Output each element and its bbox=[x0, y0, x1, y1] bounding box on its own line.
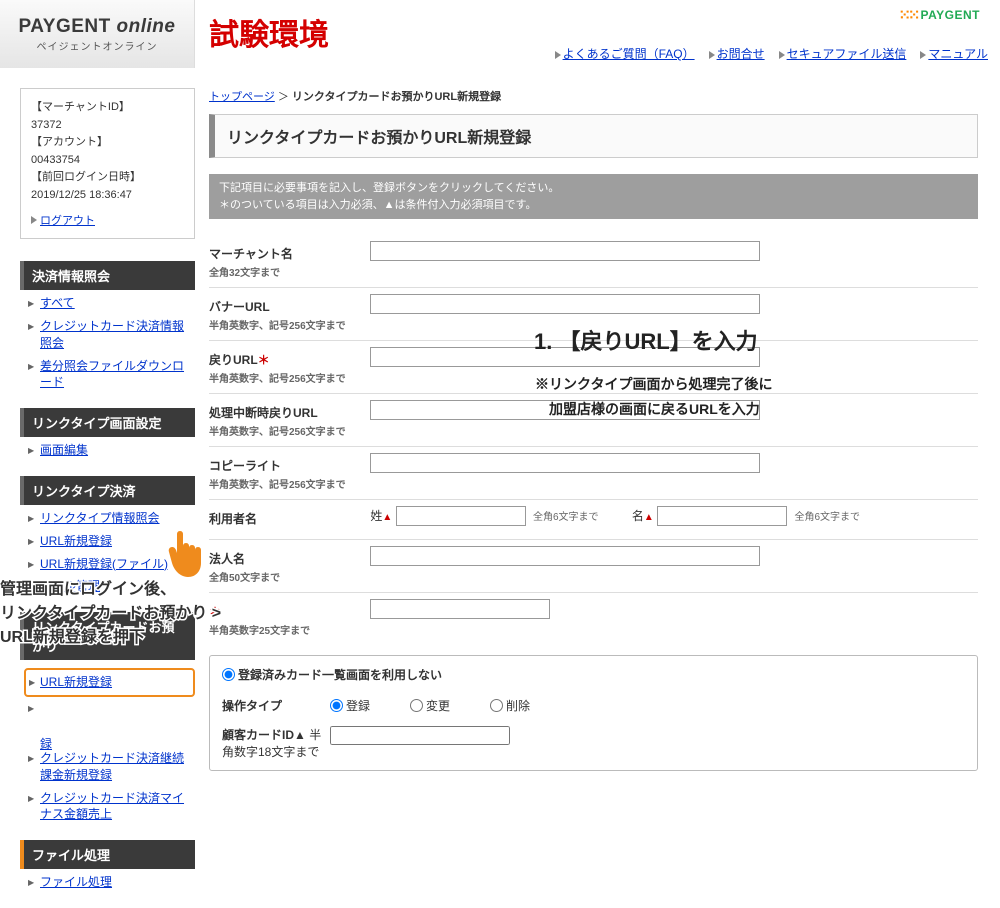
form-notice: 下記項目に必要事項を記入し、登録ボタンをクリックしてください。 ＊のついている項… bbox=[209, 174, 978, 219]
nav-file-proc-link[interactable]: ファイル処理 bbox=[40, 875, 112, 889]
nav-section-payment-info: 決済情報照会 bbox=[20, 261, 195, 290]
abort-url-label: 処理中断時戻りURL bbox=[209, 406, 318, 420]
corp-input[interactable] bbox=[370, 546, 760, 566]
nav-cc-recurring-link[interactable]: クレジットカード決済継続課金新規登録 bbox=[40, 751, 184, 782]
no-cardlist-radio-label[interactable]: 登録済みカード一覧画面を利用しない bbox=[222, 668, 442, 682]
return-url-label: 戻りURL bbox=[209, 353, 258, 367]
card-id-label: 顧客カードID bbox=[222, 728, 294, 742]
environment-label: 試験環境 bbox=[209, 0, 329, 54]
crumb-top-link[interactable]: トップページ bbox=[209, 91, 275, 103]
brand-logo: PAYGENT online ペイジェントオンライン bbox=[0, 0, 195, 68]
merchant-name-label: マーチャント名 bbox=[209, 247, 293, 261]
triangle-icon bbox=[31, 216, 37, 224]
corp-label: 法人名 bbox=[209, 552, 245, 566]
triangle-icon bbox=[920, 51, 926, 59]
op-register-radio[interactable] bbox=[330, 699, 343, 712]
annotation-step1-title: 1. 【戻りURL】を入力 bbox=[534, 324, 758, 356]
nav-cc-negative-link[interactable]: クレジットカード決済マイナス金額売上 bbox=[40, 791, 184, 822]
nav-screen-edit-link[interactable]: 画面編集 bbox=[40, 443, 88, 457]
paygent-brand: ⁙⁙PAYGENT bbox=[898, 6, 980, 24]
nav-card-url-new-link[interactable]: URL新規登録 bbox=[40, 675, 112, 689]
nav-secure-link[interactable]: セキュアファイル送信 bbox=[787, 47, 907, 61]
account-info-box: 【マーチャントID】 37372 【アカウント】 00433754 【前回ログイ… bbox=[20, 88, 195, 239]
triangle-icon bbox=[779, 51, 785, 59]
nav-cc-info-link[interactable]: クレジットカード決済情報照会 bbox=[40, 319, 184, 350]
nav-linktype-info-link[interactable]: リンクタイプ情報照会 bbox=[40, 511, 160, 525]
merchant-name-input[interactable] bbox=[370, 241, 760, 261]
annotation-step1-body: ※リンクタイプ画面から処理完了後に 加盟店様の画面に戻るURLを入力 bbox=[535, 372, 772, 422]
copyright-input[interactable] bbox=[370, 453, 760, 473]
nav-section-linktype-screen: リンクタイプ画面設定 bbox=[20, 408, 195, 437]
nav-url-new-file-link[interactable]: URL新規登録(ファイル) bbox=[40, 557, 168, 571]
annotation-sidebar-instruction: 管理画面にログイン後、リンクタイプカードお預かり >URL新規登録を押下 管理画… bbox=[0, 578, 221, 650]
top-nav: よくあるご質問（FAQ） お問合せ セキュアファイル送信 マニュアル bbox=[555, 45, 1000, 68]
no-cardlist-radio[interactable] bbox=[222, 668, 235, 681]
nav-diff-download-link[interactable]: 差分照会ファイルダウンロード bbox=[40, 359, 184, 390]
op-change-radio[interactable] bbox=[410, 699, 423, 712]
op-type-label: 操作タイプ bbox=[222, 697, 330, 714]
copyright-label: コピーライト bbox=[209, 459, 281, 473]
triangle-icon bbox=[709, 51, 715, 59]
nav-section-linktype-payment: リンクタイプ決済 bbox=[20, 476, 195, 505]
user-name-label: 利用者名 bbox=[209, 506, 367, 527]
banner-url-input[interactable] bbox=[370, 294, 760, 314]
op-delete-radio[interactable] bbox=[490, 699, 503, 712]
nav-all-link[interactable]: すべて bbox=[40, 296, 75, 310]
nav-faq-link[interactable]: よくあるご質問（FAQ） bbox=[563, 47, 695, 61]
breadcrumb: トップページ ＞ リンクタイプカードお預かりURL新規登録 bbox=[209, 88, 978, 104]
nav-url-new-link[interactable]: URL新規登録 bbox=[40, 534, 112, 548]
logout-link[interactable]: ログアウト bbox=[40, 215, 95, 227]
page-title: リンクタイプカードお預かりURL新規登録 bbox=[209, 114, 978, 158]
nav-manual-link[interactable]: マニュアル bbox=[928, 47, 988, 61]
customer-id-input[interactable] bbox=[370, 599, 550, 619]
nav-section-file: ファイル処理 bbox=[20, 840, 195, 869]
card-list-panel: 登録済みカード一覧画面を利用しない 操作タイプ 登録 変更 削除 顧客カードID… bbox=[209, 655, 978, 771]
user-lastname-input[interactable] bbox=[396, 506, 526, 526]
banner-url-label: バナーURL bbox=[209, 300, 270, 314]
triangle-icon bbox=[555, 51, 561, 59]
user-firstname-input[interactable] bbox=[657, 506, 787, 526]
card-id-input[interactable] bbox=[330, 726, 510, 745]
nav-contact-link[interactable]: お問合せ bbox=[717, 47, 765, 61]
